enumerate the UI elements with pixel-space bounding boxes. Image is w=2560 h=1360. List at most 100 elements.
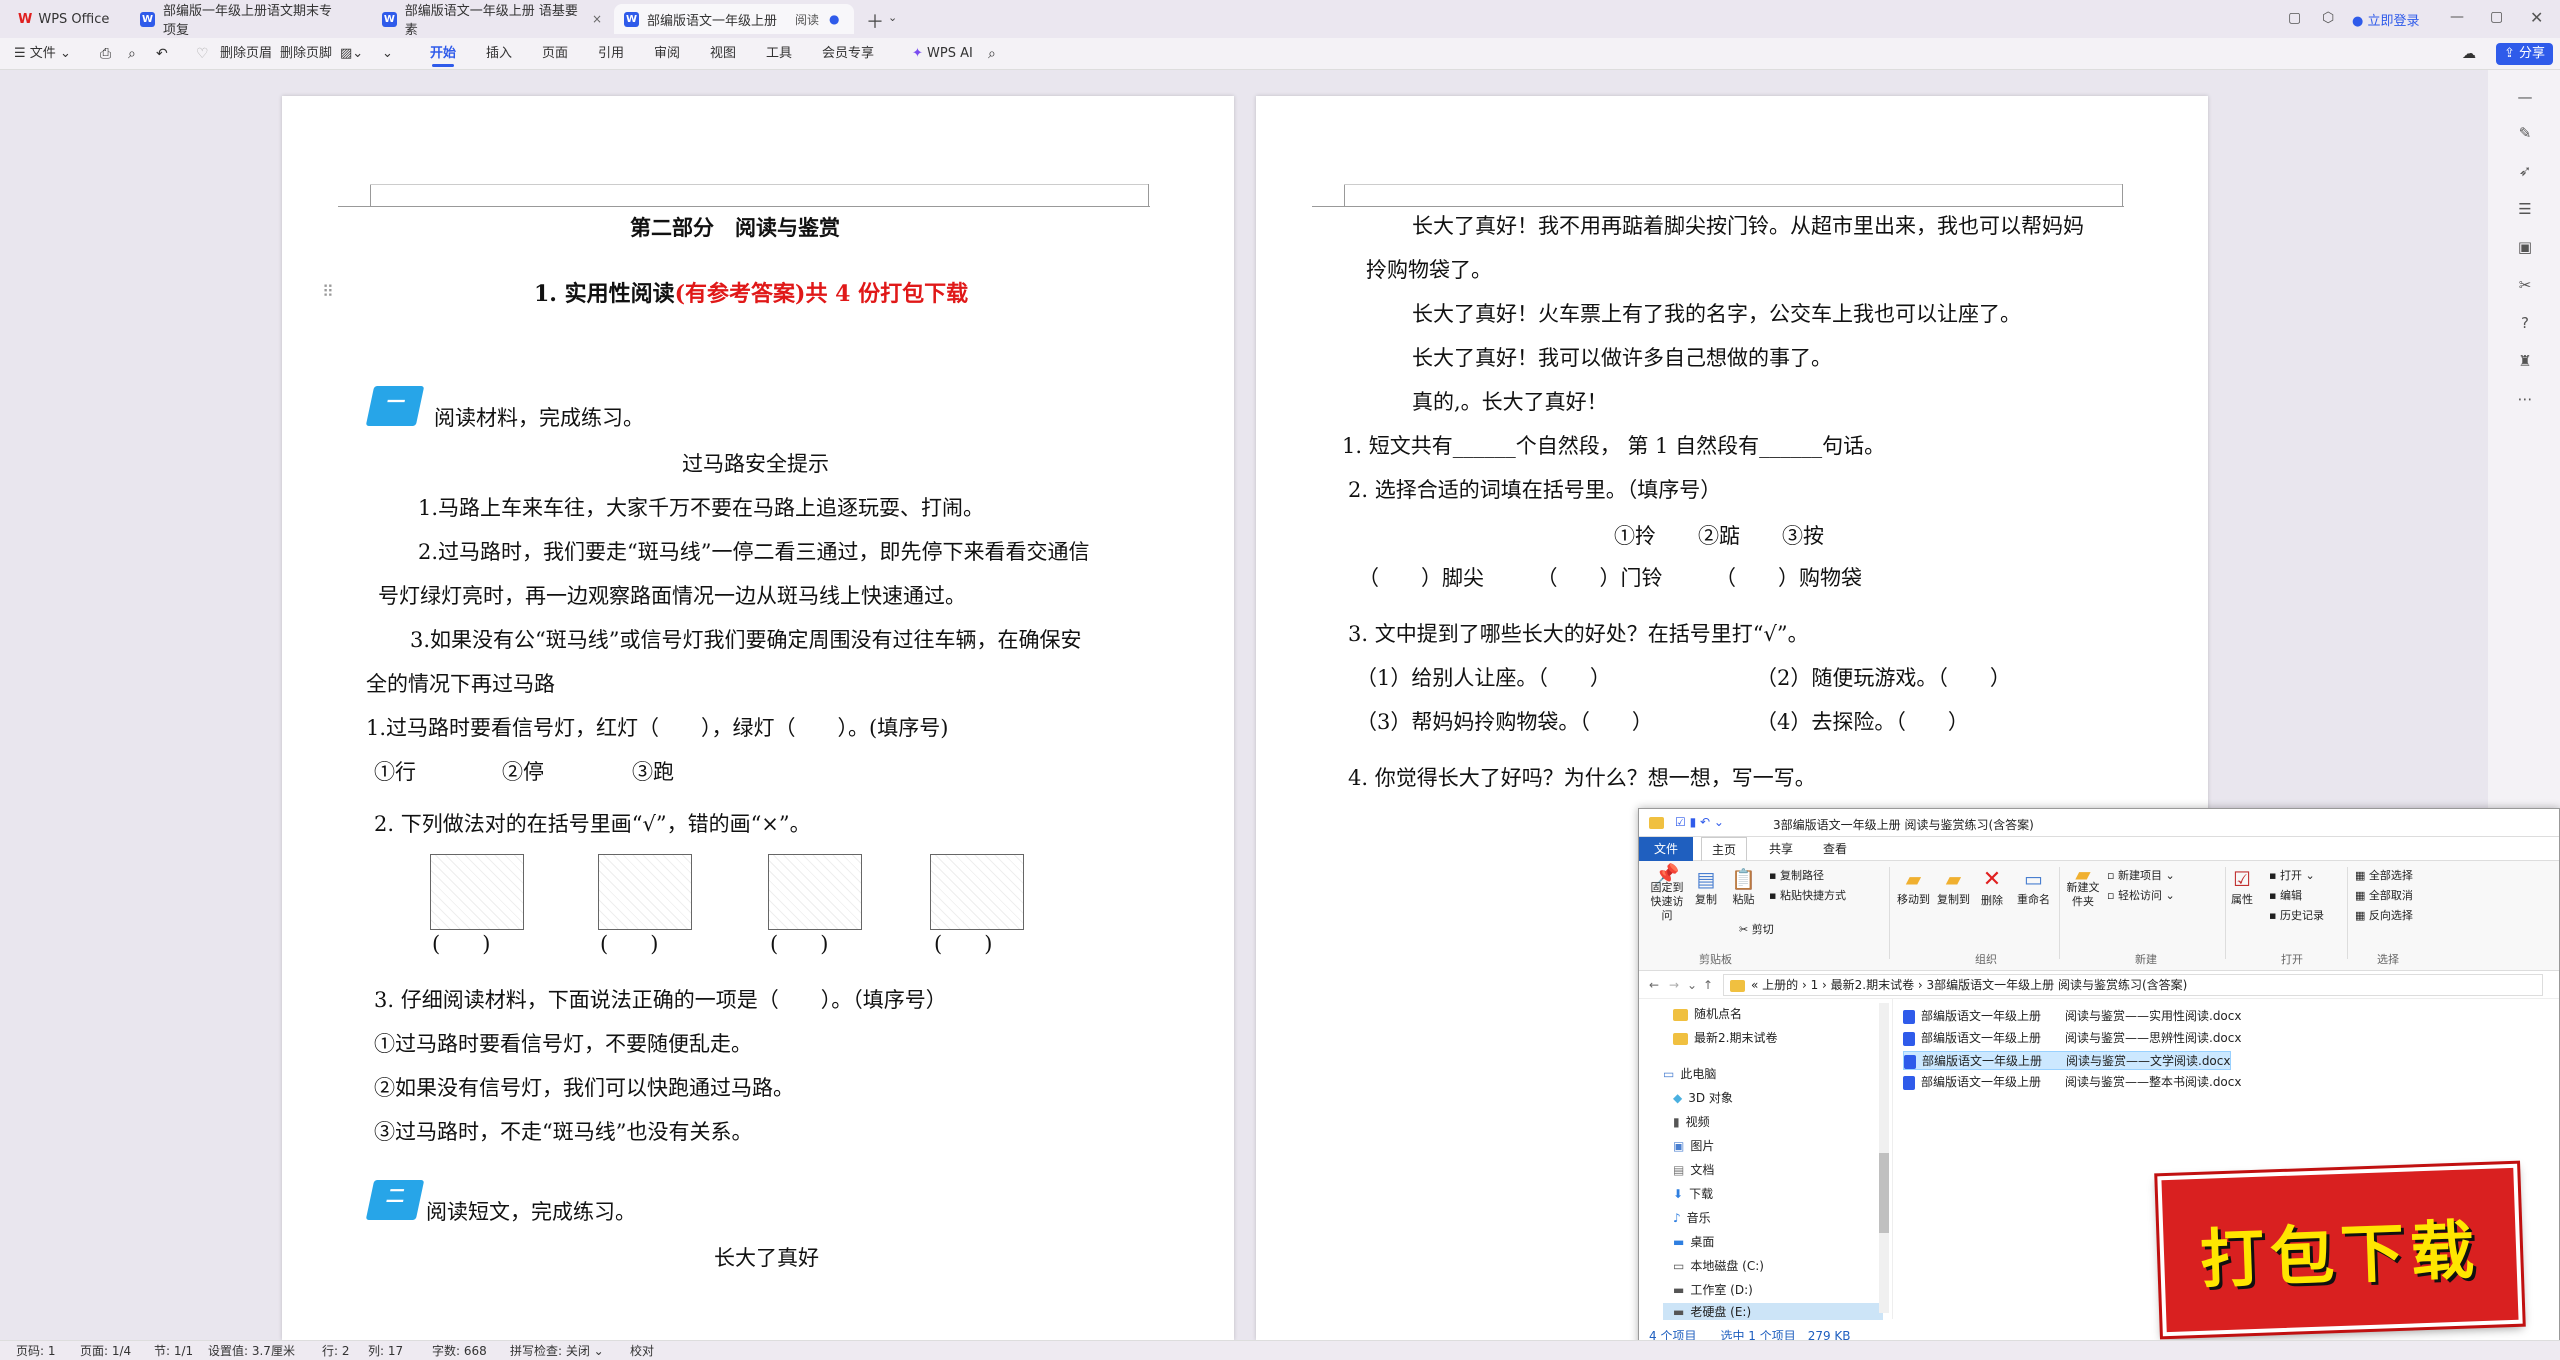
nav-scroll-thumb[interactable] bbox=[1879, 1153, 1889, 1233]
copy-button[interactable]: ▤ 复制 bbox=[1695, 867, 1717, 907]
collapse-icon[interactable]: — bbox=[2516, 88, 2534, 106]
invert-selection-button[interactable]: ▦ 反向选择 bbox=[2355, 907, 2413, 923]
file-item[interactable]: 部编版语文一年级上册 阅读与鉴赏——整本书阅读.docx bbox=[1903, 1073, 2241, 1090]
search-doc-icon[interactable]: ⌕ bbox=[128, 38, 136, 70]
cursor-icon[interactable]: ➶ bbox=[2516, 162, 2534, 180]
tab-doc-1[interactable]: W 部编版一年级上册语文期末专项复 bbox=[130, 4, 370, 38]
open-button[interactable]: ▪ 打开 ⌄ bbox=[2269, 867, 2315, 883]
more-icon[interactable]: ⋯ bbox=[2516, 390, 2534, 408]
cut-button[interactable]: ✂ 剪切 bbox=[1739, 921, 1774, 937]
select-all-button[interactable]: ▦ 全部选择 bbox=[2355, 867, 2413, 883]
file-item[interactable]: 部编版语文一年级上册 阅读与鉴赏——思辨性阅读.docx bbox=[1903, 1029, 2241, 1046]
easy-access-button[interactable]: ▫ 轻松访问 ⌄ bbox=[2107, 887, 2175, 903]
paste-shortcut-button[interactable]: ▪ 粘贴快捷方式 bbox=[1769, 887, 1846, 903]
shirt-icon[interactable]: ♜ bbox=[2516, 352, 2534, 370]
rename-button[interactable]: ▭ 重命名 bbox=[2017, 867, 2050, 907]
delete-button[interactable]: ✕ 删除 bbox=[1981, 867, 2003, 908]
image-tool-icon[interactable]: ▨⌄ bbox=[340, 38, 363, 70]
new-tab-icon[interactable]: ＋ bbox=[866, 8, 884, 34]
recent-chevron-icon[interactable]: ⌄ bbox=[1687, 978, 1697, 992]
nav-item[interactable]: ▬ 工作室 (D:) bbox=[1673, 1281, 1753, 1298]
edit-button[interactable]: ▪ 编辑 bbox=[2269, 887, 2302, 903]
explorer-tab-home[interactable]: 主页 bbox=[1701, 837, 1748, 861]
cube-icon[interactable]: ⬡ bbox=[2322, 10, 2334, 26]
status-proofread[interactable]: 校对 bbox=[630, 1341, 654, 1360]
nav-item[interactable]: ▤ 文档 bbox=[1673, 1161, 1714, 1178]
new-folder-button[interactable]: ▰ 新建文件夹 bbox=[2065, 864, 2101, 909]
status-page[interactable]: 页码: 1 bbox=[16, 1341, 56, 1360]
search-icon[interactable]: ⌕ bbox=[988, 38, 996, 70]
nav-item[interactable]: ▮ 视频 bbox=[1673, 1113, 1710, 1130]
tab-doc-active[interactable]: W 部编版语文一年级上册 阅读 ● bbox=[614, 4, 854, 34]
help-icon[interactable]: ? bbox=[2516, 314, 2534, 332]
save-icon[interactable]: ⎙ bbox=[100, 38, 111, 70]
nav-item[interactable]: ▬ 桌面 bbox=[1673, 1233, 1714, 1250]
tab-wps-office[interactable]: W WPS Office bbox=[8, 4, 119, 34]
forward-icon[interactable]: → bbox=[1669, 978, 1679, 992]
nav-item[interactable]: ♪ 音乐 bbox=[1673, 1209, 1711, 1226]
select-none-button[interactable]: ▦ 全部取消 bbox=[2355, 887, 2413, 903]
maximize-icon[interactable]: ▢ bbox=[2490, 9, 2503, 25]
nav-item[interactable]: ▭ 本地磁盘 (C:) bbox=[1673, 1257, 1764, 1274]
wps-ai-button[interactable]: ✦ WPS AI bbox=[912, 38, 973, 70]
file-menu[interactable]: ☰ 文件 ⌄ bbox=[14, 38, 71, 70]
close-icon[interactable]: × bbox=[592, 12, 602, 26]
ribbon-tab-page[interactable]: 页面 bbox=[542, 38, 568, 70]
nav-item[interactable]: 随机点名 bbox=[1673, 1005, 1742, 1022]
ribbon-tab-tools[interactable]: 工具 bbox=[766, 38, 792, 70]
cloud-icon[interactable]: ☁ bbox=[2462, 38, 2476, 70]
nav-item[interactable]: 最新2.期末试卷 bbox=[1673, 1029, 1777, 1046]
image-icon[interactable]: ▣ bbox=[2516, 238, 2534, 256]
file-item-selected[interactable]: 部编版语文一年级上册 阅读与鉴赏——文学阅读.docx bbox=[1903, 1051, 2232, 1070]
remove-footer-button[interactable]: 删除页脚 bbox=[280, 38, 332, 70]
ribbon-tab-insert[interactable]: 插入 bbox=[486, 38, 512, 70]
ribbon-tab-review[interactable]: 审阅 bbox=[654, 38, 680, 70]
nav-item[interactable]: ⬇ 下载 bbox=[1673, 1185, 1713, 1202]
nav-item-selected[interactable]: ▬ 老硬盘 (E:) bbox=[1663, 1303, 1883, 1320]
file-name: 部编版语文一年级上册 阅读与鉴赏——实用性阅读.docx bbox=[1921, 1009, 2242, 1023]
status-word-count[interactable]: 字数: 668 bbox=[432, 1341, 487, 1360]
minimize-icon[interactable]: — bbox=[2450, 9, 2464, 25]
back-icon[interactable]: ← bbox=[1649, 978, 1659, 992]
up-icon[interactable]: ↑ bbox=[1703, 978, 1713, 992]
share-button[interactable]: ⇪ 分享 bbox=[2496, 43, 2554, 65]
login-button[interactable]: ● 立即登录 bbox=[2352, 10, 2420, 29]
explorer-tab-file[interactable]: 文件 bbox=[1639, 837, 1693, 861]
history-button[interactable]: ▪ 历史记录 bbox=[2269, 907, 2324, 923]
file-item[interactable]: 部编版语文一年级上册 阅读与鉴赏——实用性阅读.docx bbox=[1903, 1007, 2241, 1024]
pin-quick-access-button[interactable]: 📌 固定到快速访问 bbox=[1647, 864, 1687, 923]
chevron-down-icon[interactable]: ⌄ bbox=[888, 11, 897, 24]
paste-button[interactable]: 📋 粘贴 bbox=[1731, 867, 1756, 907]
layout-icon[interactable]: ▢ bbox=[2288, 10, 2301, 26]
close-window-icon[interactable]: ✕ bbox=[2530, 8, 2543, 27]
nav-item[interactable]: ◆ 3D 对象 bbox=[1673, 1089, 1733, 1106]
copy-path-button[interactable]: ▪ 复制路径 bbox=[1769, 867, 1824, 883]
explorer-tab-view[interactable]: 查看 bbox=[1813, 837, 1857, 861]
more-chevron-icon[interactable]: ⌄ bbox=[382, 38, 393, 70]
drag-handle-icon[interactable]: ⠿ bbox=[322, 282, 334, 301]
nav-item[interactable]: ▣ 图片 bbox=[1673, 1137, 1714, 1154]
path-field[interactable]: « 上册的 › 1 › 最新2.期末试卷 › 3部编版语文一年级上册 阅读与鉴赏… bbox=[1723, 974, 2543, 996]
nav-item[interactable]: ▭ 此电脑 bbox=[1663, 1065, 1716, 1082]
tab-doc-2[interactable]: W 部编版语文一年级上册 语基要素 × bbox=[372, 4, 612, 38]
new-item-button[interactable]: ▫ 新建项目 ⌄ bbox=[2107, 867, 2175, 883]
copy-to-button[interactable]: ▰ 复制到 bbox=[1937, 867, 1970, 907]
properties-button[interactable]: ☑ 属性 bbox=[2231, 867, 2253, 907]
settings-sliders-icon[interactable]: ☰ bbox=[2516, 200, 2534, 218]
ribbon-tab-home[interactable]: 开始 bbox=[430, 38, 456, 70]
remove-header-button[interactable]: 删除页眉 bbox=[220, 38, 272, 70]
move-to-button[interactable]: ▰ 移动到 bbox=[1897, 867, 1930, 907]
ribbon-tab-view[interactable]: 视图 bbox=[710, 38, 736, 70]
heart-icon[interactable]: ♡ bbox=[196, 38, 209, 70]
quick-access-toolbar-icon[interactable]: ☑ ▮ ↶ ⌄ bbox=[1675, 815, 1724, 829]
explorer-tab-share[interactable]: 共享 bbox=[1759, 837, 1803, 861]
download-banner[interactable]: 打包下载 bbox=[2157, 1163, 2523, 1337]
status-pages[interactable]: 页面: 1/4 bbox=[80, 1341, 131, 1360]
tools-icon[interactable]: ✂ bbox=[2516, 276, 2534, 294]
nav-scrollbar[interactable] bbox=[1879, 1003, 1889, 1313]
ribbon-tab-member[interactable]: 会员专享 bbox=[822, 38, 874, 70]
status-spellcheck[interactable]: 拼写检查: 关闭 ⌄ bbox=[510, 1341, 604, 1360]
pen-icon[interactable]: ✎ bbox=[2516, 124, 2534, 142]
ribbon-tab-reference[interactable]: 引用 bbox=[598, 38, 624, 70]
undo-icon[interactable]: ↶ bbox=[156, 38, 168, 70]
